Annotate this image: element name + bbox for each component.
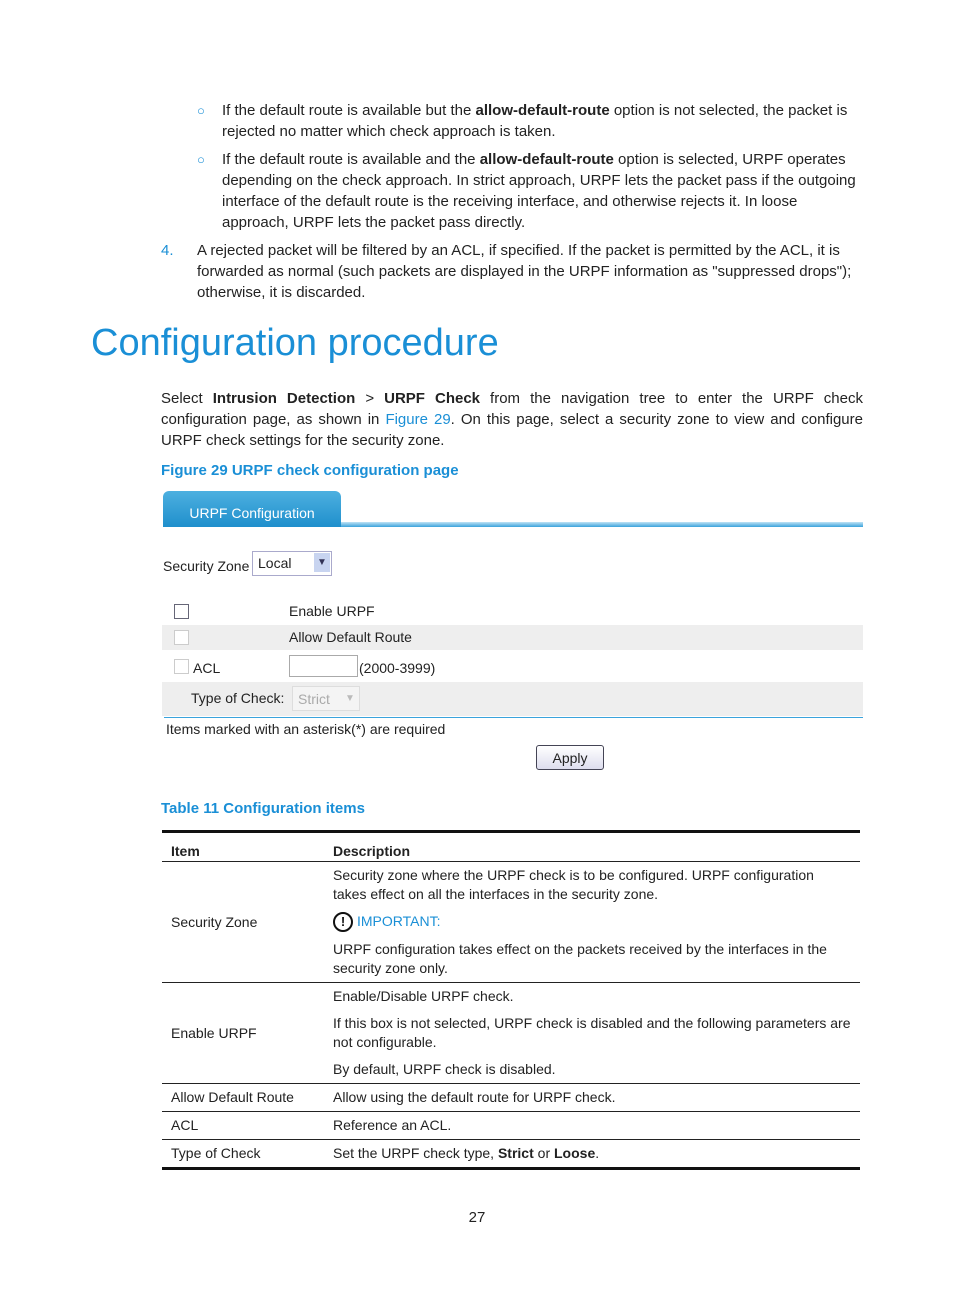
table-row: Security Zone Security zone where the URP… xyxy=(162,861,860,983)
chevron-down-icon: ▼ xyxy=(314,553,330,572)
tab-underline xyxy=(341,522,863,527)
allow-default-route-checkbox[interactable] xyxy=(174,630,189,645)
apply-button[interactable]: Apply xyxy=(536,745,604,770)
page-number: 27 xyxy=(468,1209,486,1226)
table-row: Type of Check Set the URPF check type, St… xyxy=(171,1145,600,1161)
acl-range-hint: (2000-3999) xyxy=(359,660,436,676)
security-zone-select[interactable]: Local ▼ xyxy=(252,551,332,576)
figure-link[interactable]: Figure 29 xyxy=(385,411,450,428)
urpf-screenshot: URPF Configuration Security Zone Local ▼… xyxy=(162,490,863,775)
intro-paragraph: Select Intrusion Detection > URPF Check … xyxy=(161,390,863,449)
section-heading: Configuration procedure xyxy=(91,322,499,364)
step-number: 4. xyxy=(161,242,174,259)
important-icon: ! xyxy=(333,912,353,932)
acl-input[interactable] xyxy=(289,655,358,677)
chevron-down-icon: ▼ xyxy=(345,693,355,704)
type-of-check-select[interactable]: Strict ▼ xyxy=(292,686,360,711)
allow-row: Allow Default Route xyxy=(162,625,863,650)
figure-caption: Figure 29 URPF check configuration page xyxy=(161,462,459,479)
allow-default-route-label: Allow Default Route xyxy=(289,629,412,645)
table-row: ACL Reference an ACL. xyxy=(162,1111,860,1140)
bullet-icon: ○ xyxy=(197,103,205,118)
tab-urpf-configuration[interactable]: URPF Configuration xyxy=(163,491,341,527)
enable-urpf-label: Enable URPF xyxy=(289,603,375,619)
required-note: Items marked with an asterisk(*) are req… xyxy=(166,721,446,737)
document-page: ○ If the default route is available but … xyxy=(0,0,954,1296)
header-description: Description xyxy=(324,831,860,862)
bullet-2: If the default route is available and th… xyxy=(222,151,856,231)
table-caption: Table 11 Configuration items xyxy=(161,800,365,817)
header-item: Item xyxy=(162,831,324,862)
table-row: Enable URPF Enable/Disable URPF check. If … xyxy=(162,982,860,1084)
acl-label: ACL xyxy=(193,660,221,676)
enable-urpf-checkbox[interactable] xyxy=(174,604,189,619)
type-of-check-label: Type of Check: xyxy=(191,690,285,706)
bullet-icon: ○ xyxy=(197,152,205,167)
step-4: A rejected packet will be filtered by an… xyxy=(197,242,852,301)
divider xyxy=(164,717,863,718)
type-row: Type of Check: Strict ▼ xyxy=(162,682,863,716)
security-zone-label: Security Zone xyxy=(163,558,250,574)
acl-checkbox[interactable] xyxy=(174,659,189,674)
configuration-items-table: Item Description Security Zone Security zo… xyxy=(162,830,860,1170)
bullet-1: If the default route is available but th… xyxy=(222,102,848,140)
table-row: Allow Default Route Allow using the defau… xyxy=(162,1083,860,1112)
